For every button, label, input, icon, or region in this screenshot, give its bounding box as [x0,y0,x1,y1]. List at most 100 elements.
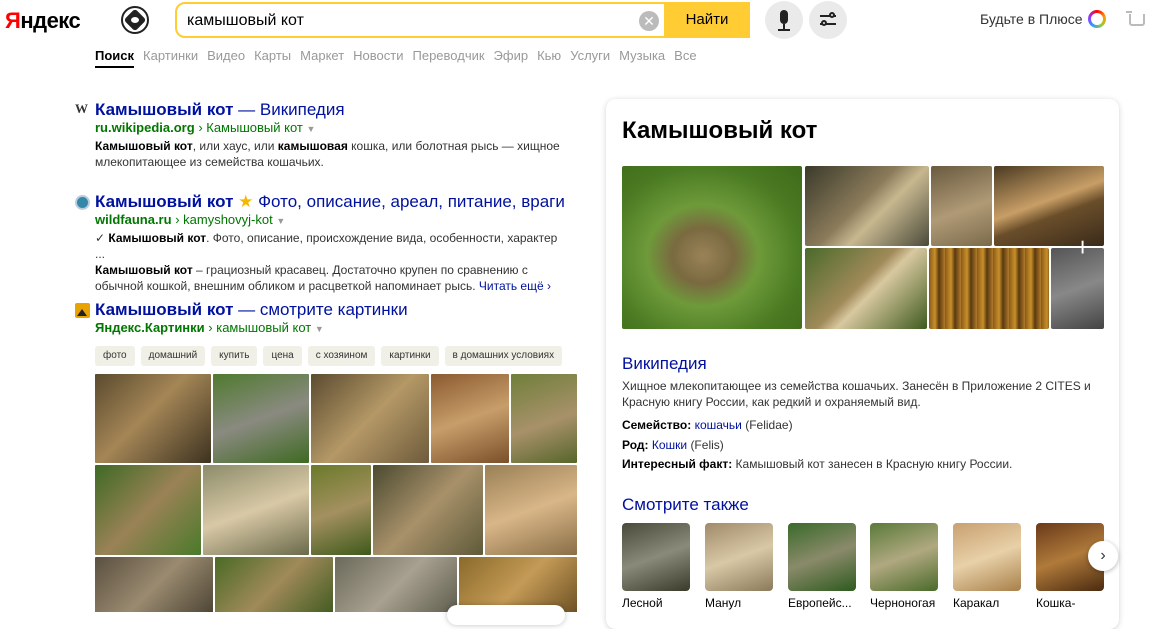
header: Яндекс ✕ Найти Будьте в Плюсе [0,0,1150,40]
star-icon: ★ [238,192,254,211]
chip[interactable]: фото [95,346,135,366]
card-photo[interactable] [622,166,802,329]
tab-search[interactable]: Поиск [95,48,134,63]
search-input[interactable] [187,10,627,32]
tab-video[interactable]: Видео [207,48,245,63]
chevron-down-icon[interactable]: ▼ [306,124,315,134]
see-also-label: Кошка- [1036,596,1076,610]
image-thumbnail[interactable] [311,374,429,463]
image-thumbnail[interactable] [95,374,211,463]
clear-icon[interactable]: ✕ [639,11,659,31]
find-button-arrow [738,2,750,38]
chip[interactable]: картинки [381,346,439,366]
tab-images[interactable]: Картинки [143,48,198,63]
chevron-down-icon[interactable]: ▼ [276,216,285,226]
more-photos-icon[interactable]: + [1075,232,1090,263]
yandex-logo[interactable]: Яндекс [5,8,81,34]
genus-link[interactable]: Кошки [652,438,687,452]
card-photo[interactable] [805,248,927,329]
tab-q[interactable]: Кью [537,48,561,63]
tab-all[interactable]: Все [674,48,696,63]
result-url[interactable]: wildfauna.ru › kamyshovyj-kot ▼ [95,212,285,227]
card-photo[interactable] [805,166,929,246]
images-icon [75,303,90,318]
result-title-link[interactable]: Камышовый кот ★ Фото, описание, ареал, п… [95,192,565,212]
check-icon: ✓ [95,231,106,245]
see-also-photo [870,523,938,591]
image-query-chips: фото домашний купить цена с хозяином картинки… [95,345,568,366]
see-also-label: Лесной [622,596,663,610]
tab-efir[interactable]: Эфир [494,48,529,63]
chevron-down-icon[interactable]: ▼ [315,324,324,334]
see-also-photo [788,523,856,591]
chip[interactable]: цена [263,346,302,366]
see-also-item[interactable]: Манул [705,523,773,610]
result-title-link[interactable]: Камышовый кот — смотрите картинки [95,300,408,320]
image-thumbnail[interactable] [215,557,333,612]
result-snippet: Камышовый кот, или хаус, или камышовая к… [95,139,560,169]
chip[interactable]: купить [211,346,258,366]
read-more-link[interactable]: Читать ещё › [479,279,551,293]
image-search-icon[interactable] [121,6,149,34]
family-link[interactable]: кошачьи [695,418,742,432]
chip[interactable]: в домашних условиях [444,346,563,366]
microphone-icon[interactable] [765,1,803,39]
tab-translate[interactable]: Переводчик [413,48,485,63]
image-thumbnail[interactable] [511,374,577,463]
see-also-photo [622,523,690,591]
chip[interactable]: домашний [140,346,206,366]
knowledge-card: Камышовый кот + Википедия Хищное млекопи… [606,99,1119,629]
image-grid [95,374,577,612]
filters-icon[interactable] [809,1,847,39]
see-also-item[interactable]: Европейс... [788,523,856,610]
tab-music[interactable]: Музыка [619,48,665,63]
image-thumbnail[interactable] [335,557,457,612]
tab-services[interactable]: Услуги [570,48,610,63]
search-tabs: Поиск Картинки Видео Карты Маркет Новости Пере… [95,48,706,68]
result-snippet: ✓ Камышовый кот. Фото, описание, происхо… [95,231,558,293]
fact-genus: Род: Кошки (Felis) [622,438,724,452]
image-thumbnail[interactable] [95,465,201,555]
image-thumbnail[interactable] [95,557,213,612]
image-thumbnail[interactable] [203,465,309,555]
see-also-photo [953,523,1021,591]
plus-link[interactable]: Будьте в Плюсе [980,11,1083,27]
fact-family: Семейство: кошачьи (Felidae) [622,418,793,432]
card-photo[interactable] [931,166,992,246]
image-thumbnail[interactable] [373,465,483,555]
see-also-label: Черноногая [870,596,936,610]
see-also-item[interactable]: Каракал [953,523,1021,610]
chip[interactable]: с хозяином [307,346,376,366]
see-also-label: Европейс... [788,596,852,610]
image-thumbnail[interactable] [213,374,309,463]
see-also-item[interactable]: Лесной [622,523,690,610]
see-also-label: Каракал [953,596,1000,610]
tab-market[interactable]: Маркет [300,48,344,63]
cart-icon[interactable] [1126,11,1145,26]
image-thumbnail[interactable] [311,465,371,555]
see-also-title[interactable]: Смотрите также [622,495,749,515]
fact-interesting: Интересный факт: Камышовый кот занесен в… [622,457,1013,471]
wiki-description: Хищное млекопитающее из семейства кошачь… [622,379,1091,409]
see-also-item[interactable]: Черноногая [870,523,938,610]
logo-first-letter: Я [5,8,21,33]
result-url[interactable]: Яндекс.Картинки › камышовый кот ▼ [95,320,324,335]
card-title: Камышовый кот [622,117,818,144]
see-also-label: Манул [705,596,742,610]
image-thumbnail[interactable] [485,465,577,555]
wildfauna-icon [75,195,90,210]
chevron-right-icon[interactable]: › [1088,541,1118,571]
floating-button[interactable] [447,605,565,625]
result-url[interactable]: ru.wikipedia.org › Камышовый кот ▼ [95,120,315,135]
wikipedia-link[interactable]: Википедия [622,354,707,374]
tab-maps[interactable]: Карты [254,48,291,63]
search-box: ✕ [175,2,730,38]
see-also-photo [705,523,773,591]
image-thumbnail[interactable] [431,374,509,463]
plus-icon[interactable] [1088,10,1106,28]
logo-rest: ндекс [20,8,81,33]
image-thumbnail[interactable] [459,557,577,612]
tab-news[interactable]: Новости [353,48,403,63]
card-photo[interactable] [929,248,1049,329]
result-title-link[interactable]: Камышовый кот — Википедия [95,100,345,120]
